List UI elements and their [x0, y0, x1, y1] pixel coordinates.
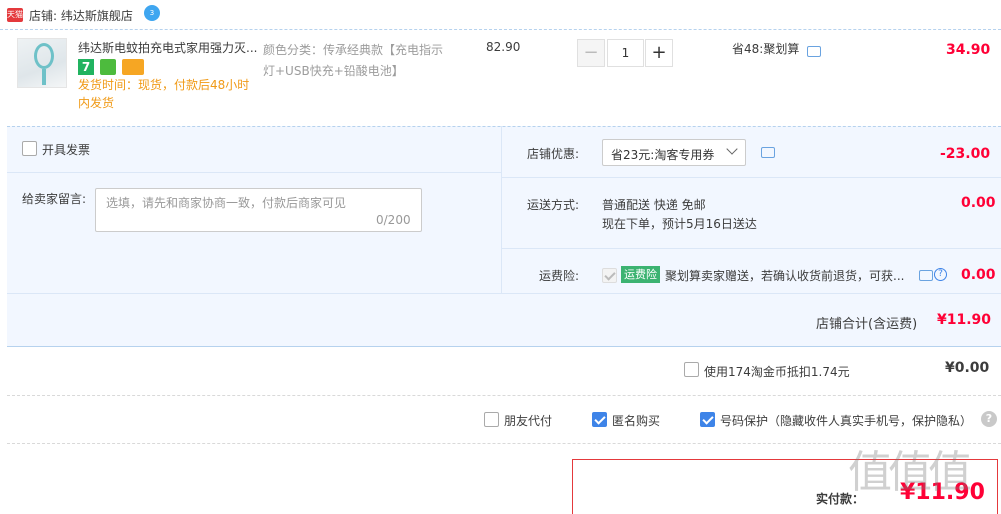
- shipping-eta: 现在下单，预计5月16日送达: [602, 217, 757, 231]
- insurance-text: 聚划算卖家赠送，若确认收货前退货，可获...: [665, 269, 905, 283]
- anonymous-label: 匿名购买: [612, 414, 661, 428]
- section-divider: [7, 346, 1001, 347]
- unit-price: 82.90: [486, 40, 521, 54]
- product-title-link[interactable]: 纬达斯电蚊拍充电式家用强力灭...: [78, 40, 258, 56]
- shop-name-link[interactable]: 店铺: 纬达斯旗舰店: [29, 7, 133, 24]
- coins-value: ¥0.00: [945, 360, 990, 376]
- number-protect-checkbox[interactable]: [700, 412, 715, 427]
- row-divider: [502, 248, 1001, 249]
- shipping-method: 普通配送 快递 免邮: [602, 198, 706, 212]
- product-thumbnail[interactable]: [17, 38, 67, 88]
- discount-comment-icon[interactable]: [761, 147, 775, 158]
- ship-time-note: 发货时间：现货，付款后48小时内发货: [78, 78, 250, 110]
- credit-card-icon: [121, 59, 144, 75]
- watermark-logo: 值值值: [848, 447, 972, 498]
- shipping-value: 0.00: [961, 195, 996, 211]
- coupon-select-value: 省23元:淘客专用券: [611, 148, 715, 162]
- qty-plus-button[interactable]: +: [645, 39, 673, 67]
- seven-day-return-icon: 7: [78, 59, 94, 75]
- discount-value: -23.00: [940, 146, 991, 162]
- section-divider: [7, 395, 1001, 396]
- shop-total-value: ¥11.90: [937, 312, 992, 328]
- number-protect-label: 号码保护（隐藏收件人真实手机号，保护隐私）: [720, 414, 973, 428]
- coins-label: 使用174淘金币抵扣1.74元: [704, 365, 850, 379]
- coins-checkbox[interactable]: [684, 362, 699, 377]
- sku-info: 颜色分类：传承经典款【充电指示灯+USB快充+铅酸电池】: [263, 43, 444, 78]
- item-total: 34.90: [946, 42, 991, 58]
- promo-text: 省48:聚划算: [732, 42, 800, 56]
- service-badges: 7: [78, 59, 146, 75]
- guarantee-icon: [99, 59, 116, 75]
- invoice-label: 开具发票: [42, 143, 91, 157]
- qty-input[interactable]: 1: [607, 39, 644, 67]
- insurance-tag: 运费险: [621, 266, 660, 283]
- insurance-checkbox: [602, 268, 617, 283]
- panel-divider: [501, 126, 502, 293]
- qty-minus-button[interactable]: −: [577, 39, 605, 67]
- coupon-select[interactable]: 省23元:淘客专用券: [602, 139, 746, 166]
- promo-comment-icon[interactable]: [807, 46, 821, 57]
- message-char-count: 0/200: [376, 213, 411, 227]
- chevron-down-icon: [726, 143, 738, 155]
- tmall-logo-icon: 天猫: [7, 8, 23, 22]
- shipping-label: 运送方式:: [527, 198, 580, 212]
- message-label: 给卖家留言:: [22, 192, 87, 206]
- quantity-stepper: − 1 +: [577, 39, 673, 67]
- insurance-comment-icon[interactable]: [919, 270, 933, 281]
- row-divider: [502, 177, 1001, 178]
- help-icon[interactable]: ?: [981, 411, 997, 427]
- anonymous-checkbox[interactable]: [592, 412, 607, 427]
- row-divider: [7, 293, 1001, 294]
- discount-label: 店铺优惠:: [527, 147, 580, 161]
- friend-pay-checkbox[interactable]: [484, 412, 499, 427]
- invoice-checkbox[interactable]: [22, 141, 37, 156]
- row-divider: [7, 172, 501, 173]
- shop-total-label: 店铺合计(含运费): [816, 317, 918, 332]
- friend-pay-label: 朋友代付: [504, 414, 553, 428]
- wangwang-chat-icon[interactable]: 3: [144, 5, 160, 21]
- insurance-value: 0.00: [961, 267, 996, 283]
- insurance-label: 运费险:: [539, 269, 580, 283]
- help-icon[interactable]: ?: [934, 268, 947, 281]
- message-placeholder: 选填，请先和商家协商一致，付款后商家可见: [106, 196, 347, 210]
